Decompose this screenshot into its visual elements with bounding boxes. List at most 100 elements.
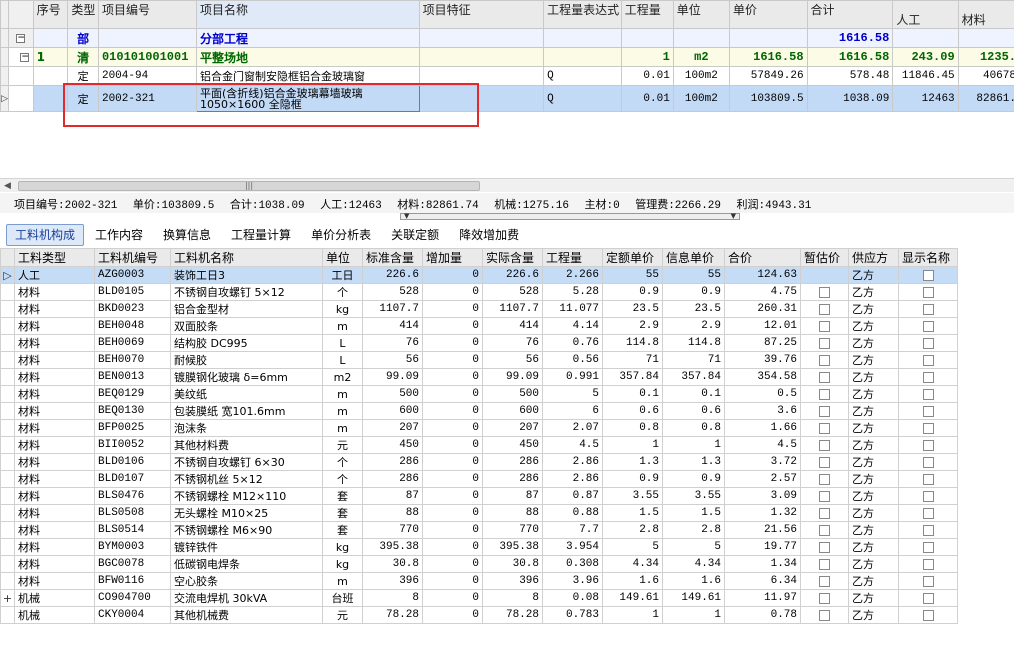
cell-mat-type[interactable]: 人工 (14, 266, 95, 284)
cell-name-editor[interactable]: 平面(含折线)铝合金玻璃幕墙玻璃1050×1600 全隐框 (196, 85, 420, 112)
cell-mat-unit[interactable]: 元 (322, 606, 363, 624)
table-row[interactable]: 材料 BEN0013 镀膜钢化玻璃 δ=6mm m2 99.09 0 99.09 0.991 3… (0, 368, 958, 386)
show-name-checkbox[interactable] (922, 389, 934, 400)
cell-act-qty[interactable]: 1107.7 (482, 300, 543, 318)
cell-add-qty[interactable]: 0 (422, 334, 483, 352)
cell-act-qty[interactable]: 600 (482, 402, 543, 420)
cell-amount[interactable]: 87.25 (724, 334, 801, 352)
cell-type[interactable]: 清 (67, 47, 99, 67)
cell-unit[interactable] (672, 28, 730, 48)
cell-mat-type[interactable]: 材料 (14, 436, 95, 454)
cell-quantity[interactable]: 5 (542, 385, 603, 403)
cell-provisional[interactable] (800, 283, 849, 301)
cell-quota-price[interactable]: 0.6 (602, 402, 663, 420)
cell-std-qty[interactable]: 414 (362, 317, 423, 335)
cell-mat-name[interactable]: 其他机械费 (170, 606, 323, 624)
table-row[interactable]: 材料 BFP0025 泡沫条 m 207 0 207 2.07 0.8 0.8 1.66 乙方 (0, 419, 958, 437)
header-info-price[interactable]: 信息单价 (662, 248, 725, 267)
cell-type[interactable]: 定 (67, 66, 99, 86)
cell-add-qty[interactable]: 0 (422, 283, 483, 301)
row-marker[interactable] (0, 538, 15, 556)
cell-info-price[interactable]: 114.8 (662, 334, 725, 352)
cell-add-qty[interactable]: 0 (422, 589, 483, 607)
cell-mat-code[interactable]: BFW0116 (94, 572, 171, 590)
cell-info-price[interactable]: 149.61 (662, 589, 725, 607)
cell-mat-name[interactable]: 装饰工日3 (170, 266, 323, 284)
cell-add-qty[interactable]: 0 (422, 368, 483, 386)
cell-info-price[interactable]: 357.84 (662, 368, 725, 386)
cell-add-qty[interactable]: 0 (422, 300, 483, 318)
cell-qty[interactable] (620, 28, 674, 48)
cell-show-name[interactable] (898, 266, 958, 284)
cell-quantity[interactable]: 4.14 (542, 317, 603, 335)
show-name-checkbox[interactable] (922, 287, 934, 298)
tab-unit-price-analysis[interactable]: 单价分析表 (302, 224, 380, 246)
cell-std-qty[interactable]: 87 (362, 487, 423, 505)
cell-amount[interactable]: 19.77 (724, 538, 801, 556)
cell-quantity[interactable]: 2.07 (542, 419, 603, 437)
show-name-checkbox[interactable] (922, 372, 934, 383)
splitter-down-icon[interactable]: ▼ (404, 213, 409, 220)
provisional-checkbox[interactable] (819, 440, 830, 451)
cell-mat-code[interactable]: BFP0025 (94, 419, 171, 437)
cell-supplier[interactable]: 乙方 (848, 504, 899, 522)
cell-act-qty[interactable]: 30.8 (482, 555, 543, 573)
cell-supplier[interactable]: 乙方 (848, 436, 899, 454)
cell-std-qty[interactable]: 78.28 (362, 606, 423, 624)
scroll-left-icon[interactable]: ◀ (4, 181, 11, 191)
cell-mat-unit[interactable]: m (322, 402, 363, 420)
cell-supplier[interactable]: 乙方 (848, 419, 899, 437)
show-name-checkbox[interactable] (922, 508, 934, 519)
cell-amount[interactable]: 11.97 (724, 589, 801, 607)
tab-related-quota[interactable]: 关联定额 (382, 224, 448, 246)
cell-show-name[interactable] (898, 419, 958, 437)
cell-supplier[interactable]: 乙方 (848, 334, 899, 352)
cell-quota-price[interactable]: 2.9 (602, 317, 663, 335)
cell-act-qty[interactable]: 500 (482, 385, 543, 403)
cell-std-qty[interactable]: 88 (362, 504, 423, 522)
tab-efficiency-surcharge[interactable]: 降效增加费 (450, 224, 528, 246)
cell-info-price[interactable]: 0.9 (662, 470, 725, 488)
cell-add-qty[interactable]: 0 (422, 402, 483, 420)
cell-type[interactable]: 定 (67, 85, 99, 112)
cell-add-qty[interactable]: 0 (422, 266, 483, 284)
row-marker[interactable] (0, 283, 15, 301)
cell-material[interactable]: 1235. (957, 47, 1014, 67)
cell-info-price[interactable]: 1 (662, 606, 725, 624)
cell-quantity[interactable]: 0.56 (542, 351, 603, 369)
provisional-checkbox[interactable] (819, 406, 830, 417)
cell-info-price[interactable]: 3.55 (662, 487, 725, 505)
cell-code[interactable]: 2004-94 (97, 66, 198, 86)
header-provisional[interactable]: 暂估价 (800, 248, 849, 267)
cell-mat-type[interactable]: 材料 (14, 368, 95, 386)
cell-act-qty[interactable]: 88 (482, 504, 543, 522)
cell-std-qty[interactable]: 770 (362, 521, 423, 539)
row-marker[interactable] (0, 470, 15, 488)
row-marker[interactable] (0, 300, 15, 318)
table-row[interactable]: 材料 BEQ0129 美纹纸 m 500 0 500 5 0.1 0.1 0.5 乙方 (0, 385, 958, 403)
cell-info-price[interactable]: 1 (662, 436, 725, 454)
cell-info-price[interactable]: 55 (662, 266, 725, 284)
cell-act-qty[interactable]: 8 (482, 589, 543, 607)
cell-expr[interactable]: Q (543, 85, 622, 112)
provisional-checkbox[interactable] (819, 474, 830, 485)
cell-supplier[interactable]: 乙方 (848, 402, 899, 420)
cell-mat-name[interactable]: 双面胶条 (170, 317, 323, 335)
cell-provisional[interactable] (800, 419, 849, 437)
cell-provisional[interactable] (800, 334, 849, 352)
table-row[interactable]: 材料 BLS0476 不锈钢螺栓 M12×110 套 87 0 87 0.87 3.55 3.55… (0, 487, 958, 505)
cell-supplier[interactable]: 乙方 (848, 589, 899, 607)
horizontal-scrollbar[interactable]: ◀ ||| (0, 178, 1014, 192)
cell-provisional[interactable] (800, 351, 849, 369)
cell-price[interactable]: 1616.58 (728, 47, 808, 67)
cell-provisional[interactable] (800, 538, 849, 556)
cell-act-qty[interactable]: 770 (482, 521, 543, 539)
header-mat-name[interactable]: 工料机名称 (170, 248, 323, 267)
cell-seq[interactable] (32, 85, 69, 112)
cell-add-qty[interactable]: 0 (422, 317, 483, 335)
show-name-checkbox[interactable] (922, 406, 934, 417)
cell-mat-code[interactable]: BEQ0129 (94, 385, 171, 403)
row-marker[interactable] (0, 487, 15, 505)
cell-mat-unit[interactable]: m2 (322, 368, 363, 386)
cell-provisional[interactable] (800, 555, 849, 573)
